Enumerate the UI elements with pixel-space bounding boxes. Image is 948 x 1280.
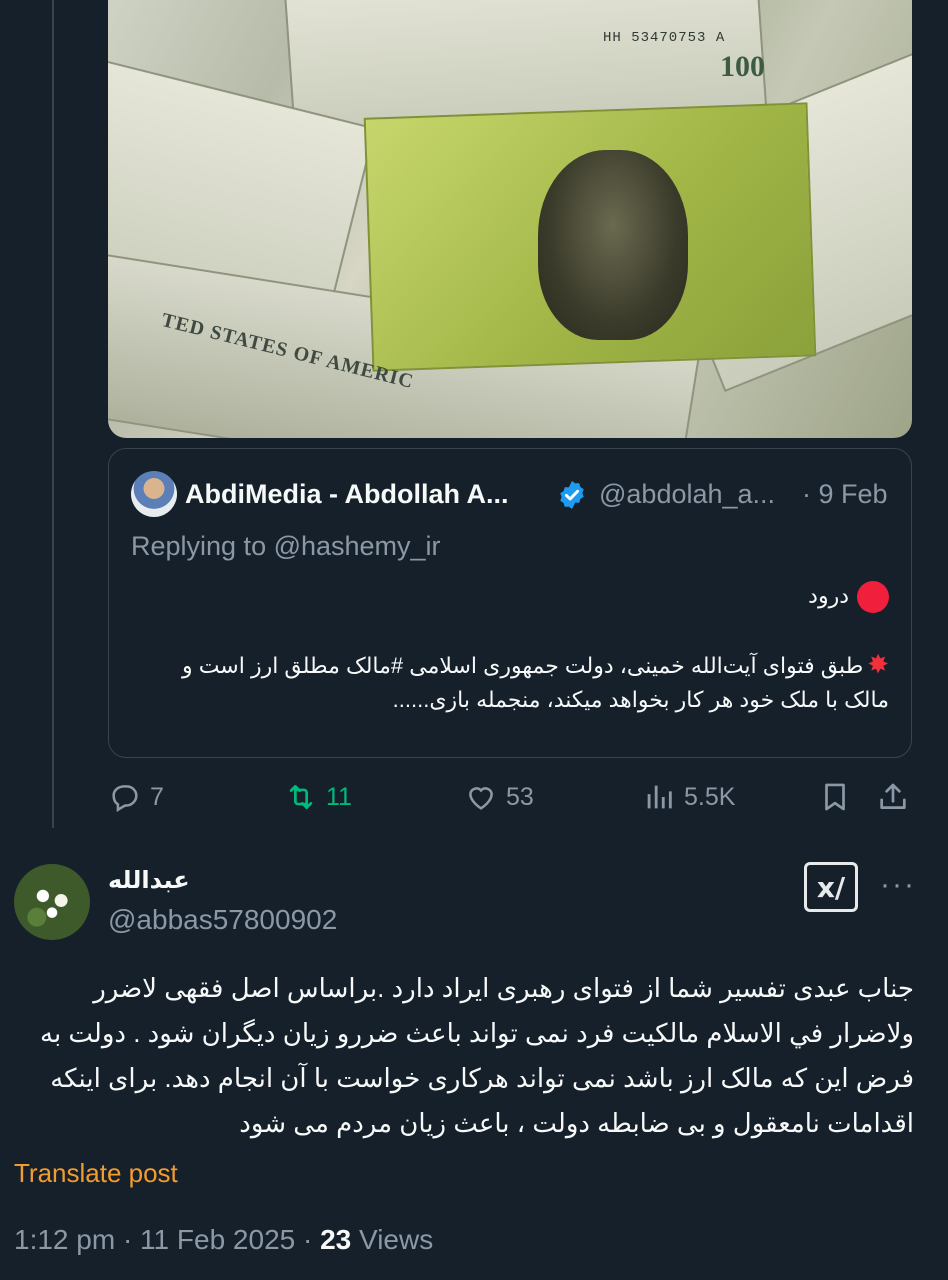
quoted-tweet-date[interactable]: · 9 Feb — [802, 479, 888, 510]
reply-button[interactable]: 7 — [108, 780, 164, 814]
reply-text-line: فرض این که مالک ارز باشد نمی تواند هرکار… — [50, 1063, 914, 1093]
like-count: 53 — [506, 782, 534, 811]
reply-text-line: ولاضرار في الاسلام مالکیت فرد نمی تواند … — [40, 1018, 914, 1048]
quoted-author-name[interactable]: AbdiMedia - Abdollah A... — [185, 479, 509, 510]
more-options-icon[interactable]: ··· — [880, 868, 916, 902]
share-button[interactable] — [876, 780, 910, 814]
banknote-denomination: 100 — [720, 50, 765, 83]
reply-author-handle[interactable]: @abbas57800902 — [108, 904, 337, 936]
bookmark-icon — [825, 783, 845, 811]
verified-badge-icon — [560, 481, 584, 509]
tweet-timestamp[interactable]: 1:12 pm · 11 Feb 2025 · — [14, 1224, 320, 1255]
reply-icon — [112, 785, 138, 813]
reply-text-line: اقدامات نامعقول و بی ضابطه دولت ، باعث ز… — [239, 1108, 914, 1138]
reply-text-line: جناب عبدی تفسیر شما از فتوای رهبری ایراد… — [93, 973, 914, 1003]
avatar[interactable] — [14, 864, 90, 940]
quoted-text-line: درود — [131, 579, 889, 614]
portrait-on-banknote — [538, 150, 688, 340]
share-icon — [880, 783, 906, 809]
quoted-text-line: ✸طبق فتوای آیت‌الله خمینی، دولت جمهوری ا… — [181, 649, 889, 680]
views-label: Views — [351, 1224, 434, 1255]
reply-author-name[interactable]: عبدالله — [108, 866, 190, 895]
grok-icon[interactable]: x/ — [804, 862, 858, 912]
reply-count: 7 — [150, 782, 164, 811]
tweet-image[interactable]: HH 53470753 A 100 TED STATES OF AMERIC — [108, 0, 912, 438]
replying-to: Replying to @hashemy_ir — [131, 531, 441, 561]
views-chart-icon — [647, 785, 672, 809]
quoted-tweet-text: درود ✸طبق فتوای آیت‌الله خمینی، دولت جمه… — [131, 579, 889, 717]
views-count: 5.5K — [684, 782, 736, 811]
red-circle-emoji-icon — [857, 581, 889, 614]
views-number: 23 — [320, 1224, 352, 1255]
repost-icon — [289, 785, 313, 809]
like-button[interactable]: 53 — [464, 780, 534, 814]
heart-icon — [469, 787, 493, 810]
tweet-timestamp-and-views: 1:12 pm · 11 Feb 2025 · 23 Views — [14, 1224, 433, 1256]
quoted-text-line: مالک با ملک خود هر کار بخواهد میکند، منج… — [392, 687, 889, 713]
repost-button[interactable]: 11 — [284, 780, 352, 814]
quoted-tweet-card[interactable]: AbdiMedia - Abdollah A... @abdolah_a... … — [108, 448, 912, 758]
quoted-author-handle[interactable]: @abdolah_a... — [599, 479, 775, 510]
banknote-serial: HH 53470753 A — [603, 30, 726, 46]
repost-count: 11 — [326, 782, 352, 811]
thread-connector-line — [52, 0, 54, 828]
anger-symbol-icon: ✸ — [867, 649, 889, 680]
tweet-action-bar: 7 11 53 5.5K — [108, 780, 912, 824]
avatar[interactable] — [131, 471, 177, 517]
views-button[interactable]: 5.5K — [642, 780, 735, 814]
translate-post-link[interactable]: Translate post — [14, 1158, 178, 1189]
reply-tweet-text: جناب عبدی تفسیر شما از فتوای رهبری ایراد… — [14, 966, 914, 1146]
bookmark-button[interactable] — [818, 780, 852, 814]
